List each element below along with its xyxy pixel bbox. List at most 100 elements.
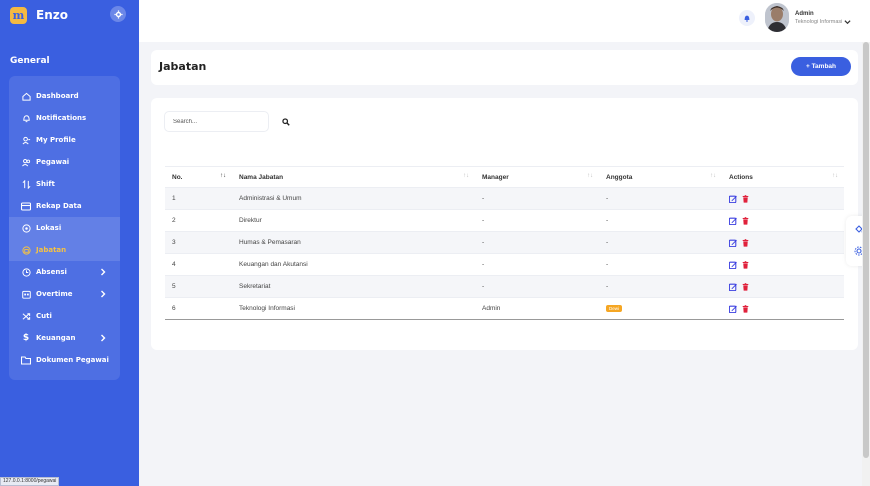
cell-no: 2 — [165, 209, 232, 232]
scrollbar-thumb[interactable] — [863, 42, 869, 458]
cell-manager: - — [475, 187, 599, 210]
user-role-dropdown[interactable]: Teknologi Informasi — [795, 19, 851, 25]
column-header-nama-jabatan[interactable]: Nama Jabatan ↑↓ — [232, 166, 475, 188]
sidebar-item-rekap-data[interactable]: Rekap Data — [9, 195, 120, 217]
sidebar-menu: Dashboard Notifications My Profile Pegaw… — [9, 76, 120, 380]
top-bar — [139, 0, 870, 42]
sort-ascending-icon: ↑↓ — [220, 173, 226, 179]
chevron-down-icon — [844, 20, 851, 25]
sidebar-item-lokasi[interactable]: Lokasi — [9, 217, 120, 239]
user-icon — [21, 135, 31, 145]
notification-button[interactable] — [739, 10, 755, 26]
edit-button[interactable] — [729, 239, 737, 247]
cell-no: 1 — [165, 187, 232, 210]
avatar[interactable] — [765, 3, 789, 32]
search-button[interactable] — [280, 116, 292, 128]
table-row: 2 Direktur - - — [165, 209, 844, 232]
add-jabatan-button[interactable]: + Tambah — [791, 57, 851, 76]
sidebar-item-label: Jabatan — [36, 246, 67, 254]
bell-icon — [744, 15, 750, 22]
edit-icon — [729, 239, 737, 247]
trash-icon — [742, 260, 749, 269]
column-header-manager[interactable]: Manager ↑↓ — [475, 166, 599, 188]
sidebar-item-label: Rekap Data — [36, 202, 82, 210]
delete-button[interactable] — [742, 282, 749, 291]
table-row: 4 Keuangan dan Akutansi - - — [165, 253, 844, 276]
page-header-card: Jabatan + Tambah — [151, 50, 858, 85]
home-icon — [21, 91, 31, 101]
cell-no: 4 — [165, 253, 232, 276]
cell-no: 6 — [165, 297, 232, 320]
cell-nama-jabatan: Administrasi & Umum — [232, 187, 475, 210]
brand[interactable]: m Enzo — [10, 6, 68, 24]
sidebar-item-cuti[interactable]: Cuti — [9, 305, 120, 327]
edit-button[interactable] — [729, 283, 737, 291]
cell-nama-jabatan: Teknologi Informasi — [232, 297, 475, 320]
edit-button[interactable] — [729, 195, 737, 203]
column-header-actions[interactable]: Actions ↑↓ — [722, 166, 844, 188]
briefcase-icon — [21, 245, 31, 255]
settings-gear-button[interactable] — [110, 6, 126, 22]
trash-icon — [742, 304, 749, 313]
delete-button[interactable] — [742, 194, 749, 203]
column-header-label: No. — [172, 173, 183, 181]
sidebar-item-overtime[interactable]: Overtime — [9, 283, 120, 305]
swap-icon — [21, 179, 31, 189]
trash-icon — [742, 194, 749, 203]
cell-anggota: - — [599, 187, 722, 210]
sidebar-item-jabatan[interactable]: Jabatan — [9, 239, 120, 261]
sort-icon: ↑↓ — [587, 173, 593, 179]
chevron-right-icon — [101, 268, 106, 276]
cell-actions — [722, 275, 844, 298]
cell-actions — [722, 253, 844, 276]
sidebar-item-dokumen-pegawai[interactable]: Dokumen Pegawai — [9, 349, 120, 371]
sidebar-heading: General — [10, 56, 50, 66]
sidebar-item-pegawai[interactable]: Pegawai — [9, 151, 120, 173]
table-row: 3 Humas & Pemasaran - - — [165, 231, 844, 254]
sidebar-item-label: Dokumen Pegawai — [36, 356, 109, 364]
column-header-no[interactable]: No. ↑↓ — [165, 166, 232, 188]
user-name[interactable]: Admin — [795, 11, 814, 17]
sidebar-item-absensi[interactable]: Absensi — [9, 261, 120, 283]
edit-button[interactable] — [729, 261, 737, 269]
sidebar: m Enzo General Dashboard Notifications M… — [0, 0, 139, 486]
cell-actions — [722, 187, 844, 210]
users-icon — [21, 157, 31, 167]
page-title: Jabatan — [159, 60, 207, 73]
chevron-right-icon — [101, 290, 106, 298]
edit-icon — [729, 305, 737, 313]
sidebar-item-notifications[interactable]: Notifications — [9, 107, 120, 129]
delete-button[interactable] — [742, 238, 749, 247]
sort-icon: ↑↓ — [710, 173, 716, 179]
sidebar-item-dashboard[interactable]: Dashboard — [9, 85, 120, 107]
member-badge: Dewi — [606, 305, 623, 312]
cell-nama-jabatan: Humas & Pemasaran — [232, 231, 475, 254]
sidebar-item-shift[interactable]: Shift — [9, 173, 120, 195]
edit-icon — [729, 195, 737, 203]
sidebar-item-keuangan[interactable]: $ Keuangan — [9, 327, 120, 349]
cell-manager: - — [475, 275, 599, 298]
cell-no: 5 — [165, 275, 232, 298]
delete-button[interactable] — [742, 216, 749, 225]
column-header-anggota[interactable]: Anggota ↑↓ — [599, 166, 722, 188]
sidebar-item-label: Keuangan — [36, 334, 76, 342]
user-role: Teknologi Informasi — [795, 19, 843, 25]
sidebar-item-label: Shift — [36, 180, 55, 188]
clock-icon — [21, 267, 31, 277]
sidebar-item-label: Cuti — [36, 312, 52, 320]
sort-icon: ↑↓ — [832, 173, 838, 179]
page-scrollbar[interactable] — [862, 42, 870, 486]
sidebar-item-my-profile[interactable]: My Profile — [9, 129, 120, 151]
cell-nama-jabatan: Keuangan dan Akutansi — [232, 253, 475, 276]
column-header-label: Anggota — [606, 173, 633, 181]
search-input[interactable] — [164, 111, 269, 132]
column-header-label: Actions — [729, 173, 753, 181]
sidebar-item-label: Pegawai — [36, 158, 70, 166]
delete-button[interactable] — [742, 304, 749, 313]
edit-button[interactable] — [729, 305, 737, 313]
jabatan-table: No. ↑↓ Nama Jabatan ↑↓ Manager ↑↓ Anggota ↑↓… — [165, 166, 844, 320]
edit-button[interactable] — [729, 217, 737, 225]
card-icon — [21, 201, 31, 211]
brand-logo: m — [10, 6, 27, 24]
delete-button[interactable] — [742, 260, 749, 269]
